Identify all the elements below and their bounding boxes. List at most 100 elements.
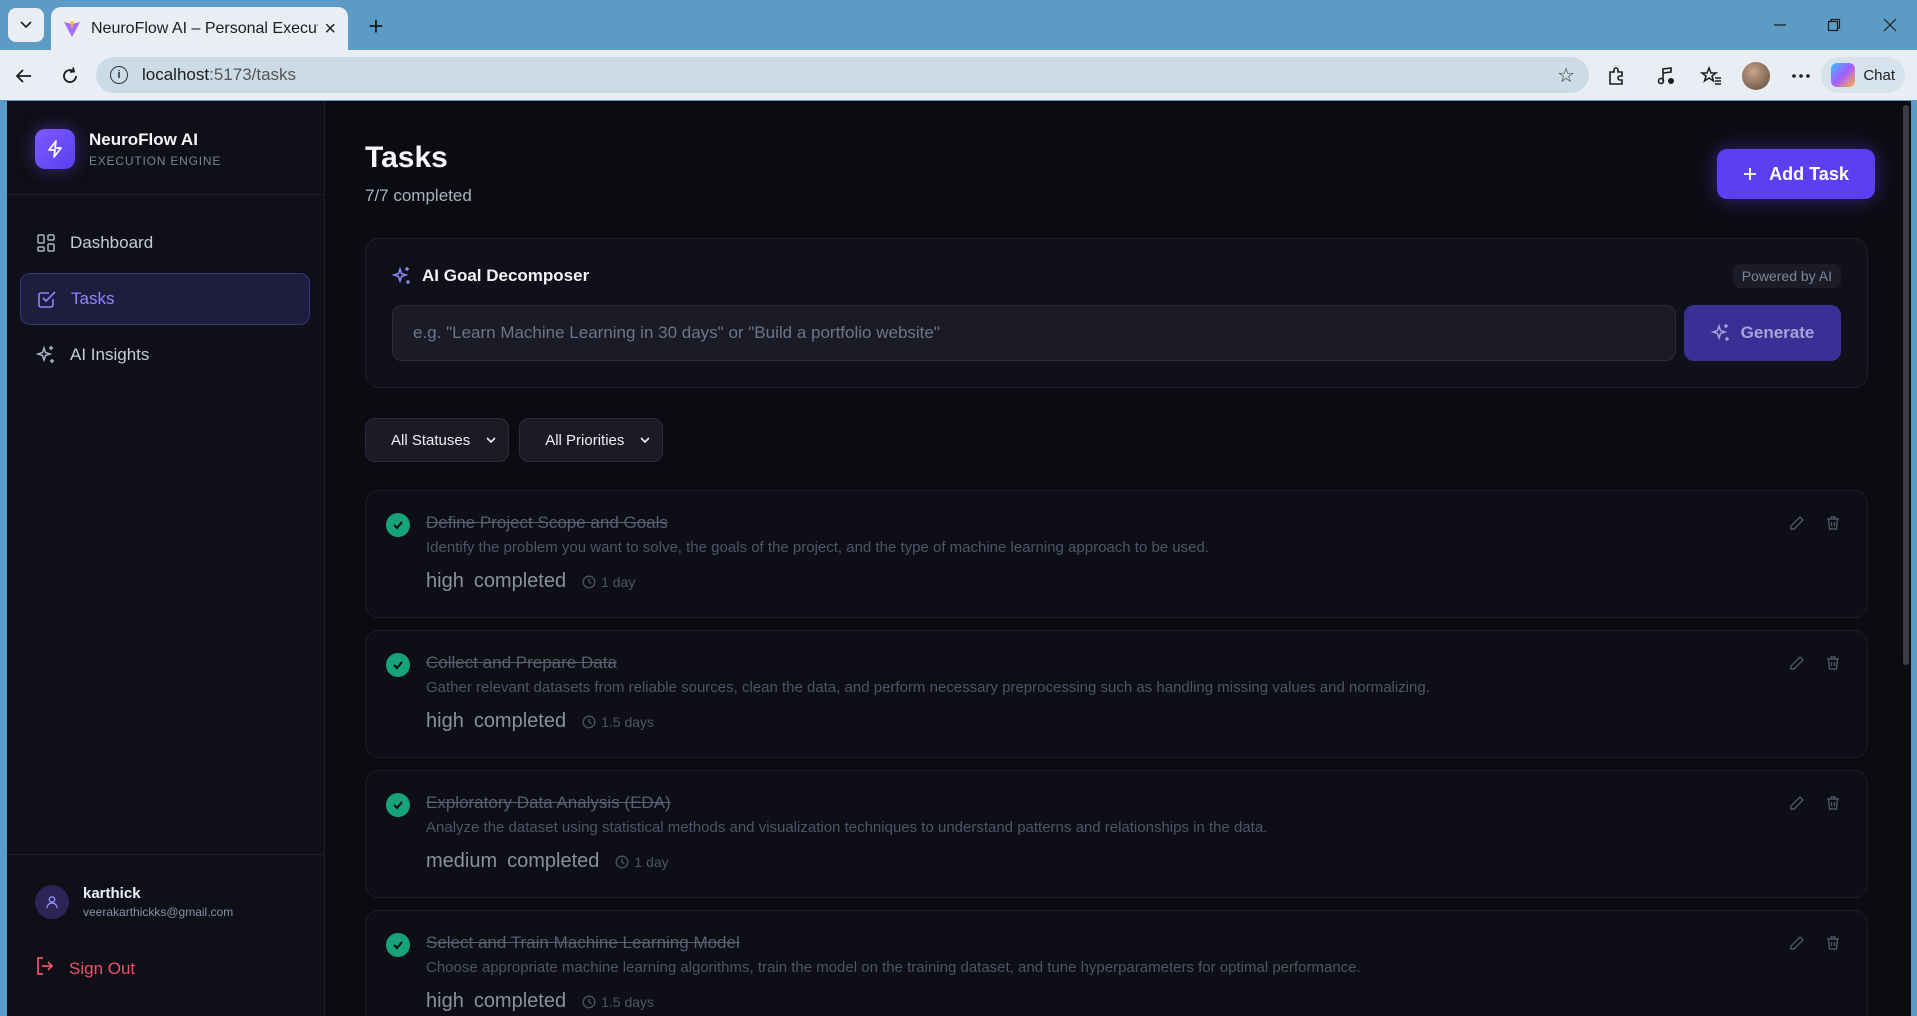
completed-check-icon[interactable] [386,653,410,677]
favorite-star-icon[interactable]: ☆ [1557,63,1575,88]
delete-task-button[interactable] [1825,795,1841,816]
close-tab-icon[interactable]: × [324,19,336,39]
user-icon [35,885,69,919]
browser-toolbar: i localhost:5173/tasks ☆ Chat [0,50,1917,100]
page-scrollbar[interactable] [1901,101,1911,1016]
trash-icon [1827,796,1839,810]
favorites-button[interactable] [1695,60,1727,92]
status-badge: completed [507,850,600,872]
sidebar-item-ai-insights[interactable]: AI Insights [20,329,310,381]
task-description: Analyze the dataset using statistical me… [426,819,1268,836]
task-title: Exploratory Data Analysis (EDA) [426,793,671,812]
edit-task-button[interactable] [1789,515,1805,536]
profile-button[interactable] [1740,60,1772,92]
task-title: Define Project Scope and Goals [426,513,668,532]
priority-badge: high [426,710,464,732]
restore-button[interactable] [1814,10,1854,40]
task-description: Identify the problem you want to solve, … [426,539,1209,556]
sidebar-item-dashboard[interactable]: Dashboard [20,217,310,269]
back-button[interactable] [8,60,40,92]
pencil-icon [1790,936,1804,950]
pencil-icon [1790,656,1804,670]
tab-list-button[interactable] [8,8,44,42]
task-duration: 1.5 days [582,994,654,1010]
brand[interactable]: NeuroFlow AI EXECUTION ENGINE [35,129,221,169]
brand-subtitle: EXECUTION ENGINE [89,154,222,168]
task-list: Define Project Scope and Goals Identify … [365,490,1868,1016]
powered-by-badge: Powered by AI [1732,264,1841,288]
delete-task-button[interactable] [1825,935,1841,956]
priority-badge: medium [426,850,498,872]
user-email: veerakarthickks@gmail.com [83,905,234,919]
duration-text: 1 day [634,853,669,870]
delete-task-button[interactable] [1825,515,1841,536]
user-profile: karthick veerakarthickks@gmail.com [35,885,233,919]
delete-task-button[interactable] [1825,655,1841,676]
site-info-icon[interactable]: i [110,66,128,84]
more-menu-button[interactable] [1785,60,1817,92]
url-host: localhost [142,65,210,84]
completed-check-icon[interactable] [386,513,410,537]
sparkles-icon [1710,323,1729,341]
close-window-button[interactable] [1870,10,1910,40]
more-horizontal-icon [1792,74,1810,78]
restore-icon [1827,18,1841,32]
generate-button[interactable]: Generate [1684,305,1841,361]
chevron-down-icon [20,21,32,29]
media-control-button[interactable] [1650,60,1682,92]
goal-input[interactable] [392,305,1676,361]
chevron-down-icon [640,437,650,444]
arrow-left-icon [15,69,31,83]
edit-task-button[interactable] [1789,655,1805,676]
chat-label: Chat [1863,66,1895,84]
filters: All Statuses All Priorities [365,418,664,462]
status-filter-select[interactable]: All Statuses [365,418,510,462]
close-icon [1883,18,1897,32]
pencil-icon [1790,796,1804,810]
add-task-button[interactable]: Add Task [1717,149,1875,199]
sparkles-icon [36,345,56,365]
address-bar[interactable]: i localhost:5173/tasks ☆ [96,57,1589,93]
favorites-icon [1700,66,1721,85]
priority-filter-value: All Priorities [545,431,625,449]
sidebar-item-label: Dashboard [70,233,154,252]
sidebar-nav: Dashboard Tasks AI Insights [20,217,310,385]
new-tab-button[interactable]: + [360,10,392,42]
status-filter-value: All Statuses [391,431,471,449]
tab-title: NeuroFlow AI – Personal Execution Engine [91,19,318,37]
duration-text: 1.5 days [601,713,655,730]
checkbox-icon [37,289,57,309]
completed-check-icon[interactable] [386,933,410,957]
sign-out-button[interactable]: Sign Out [35,956,135,981]
generate-label: Generate [1740,323,1815,342]
edit-task-button[interactable] [1789,935,1805,956]
clock-icon [582,995,596,1008]
task-duration: 1 day [615,853,669,870]
extensions-button[interactable] [1600,60,1632,92]
browser-tab-bar: NeuroFlow AI – Personal Execution Engine… [0,0,1917,50]
task-title: Select and Train Machine Learning Model [426,933,740,952]
duration-text: 1.5 days [601,993,655,1010]
completed-check-icon[interactable] [386,793,410,817]
sign-out-label: Sign Out [69,958,136,978]
user-name: karthick [83,885,141,902]
add-task-label: Add Task [1769,163,1849,184]
copilot-chat-button[interactable]: Chat [1821,57,1905,93]
app-root: NeuroFlow AI EXECUTION ENGINE Dashboard … [7,101,1911,1016]
music-note-icon [1657,67,1674,85]
priority-filter-select[interactable]: All Priorities [519,418,664,462]
url-text[interactable]: localhost:5173/tasks [142,65,1557,85]
minimize-button[interactable] [1760,10,1800,40]
task-description: Gather relevant datasets from reliable s… [426,679,1430,696]
edit-task-button[interactable] [1789,795,1805,816]
trash-icon [1827,936,1839,950]
browser-tab[interactable]: NeuroFlow AI – Personal Execution Engine… [51,7,348,50]
task-description: Choose appropriate machine learning algo… [426,959,1361,976]
ai-decomposer-title: AI Goal Decomposer [422,266,590,285]
scrollbar-thumb[interactable] [1903,105,1909,665]
completion-count: 7/7 completed [365,186,472,205]
reload-icon [63,67,77,83]
reload-button[interactable] [54,60,86,92]
sidebar-item-tasks[interactable]: Tasks [20,273,310,325]
status-badge: completed [473,570,567,592]
